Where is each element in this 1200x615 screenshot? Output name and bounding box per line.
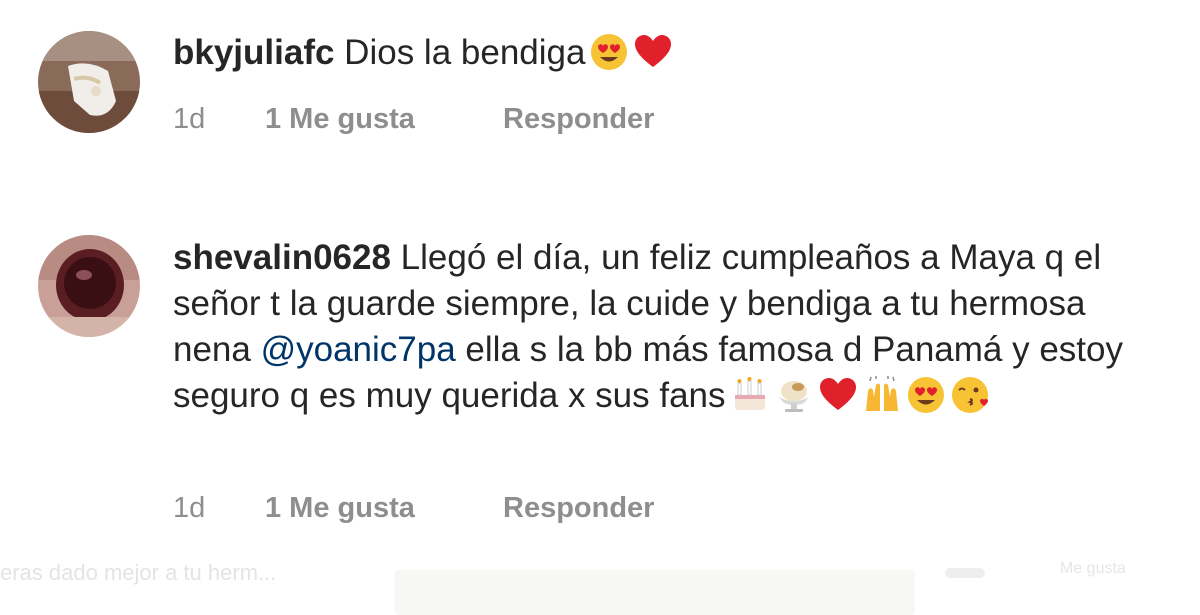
avatar-photo-shevalin0628	[38, 235, 140, 337]
red-heart-emoji	[635, 35, 672, 67]
comment-text: shevalin0628 Llegó el día, un feliz cump…	[173, 235, 1163, 419]
avatar-photo-bkyjuliafc	[38, 31, 140, 133]
comment-meta: 1d 1 Me gusta Responder	[173, 103, 654, 136]
reply-button[interactable]: Responder	[503, 103, 654, 136]
comment-username[interactable]: bkyjuliafc	[173, 33, 334, 72]
comment-message: Dios la bendiga	[334, 33, 586, 72]
blurred-region	[395, 570, 915, 615]
like-count-button[interactable]: 1 Me gusta	[265, 103, 503, 136]
avatar[interactable]	[38, 31, 140, 133]
like-count-button[interactable]: 1 Me gusta	[265, 492, 503, 525]
faded-next-comment: eras dado mejor a tu herm... Me gusta	[0, 560, 1200, 615]
birthday-cake-emoji	[734, 377, 765, 410]
comment-timestamp: 1d	[173, 492, 206, 524]
comment-meta: 1d 1 Me gusta Responder	[173, 492, 654, 525]
mention-link[interactable]: @yoanic7pa	[261, 330, 456, 369]
heart-eyes-emoji	[907, 377, 944, 413]
comment-text: bkyjuliafc Dios la bendiga	[173, 30, 1163, 76]
red-heart-emoji	[819, 378, 856, 410]
reply-button[interactable]: Responder	[503, 492, 654, 525]
faded-comment-text: eras dado mejor a tu herm...	[0, 560, 277, 585]
comment-username[interactable]: shevalin0628	[173, 238, 391, 277]
comment-timestamp: 1d	[173, 103, 206, 135]
kissing-face-emoji	[951, 377, 988, 413]
heart-eyes-emoji	[591, 34, 628, 70]
faded-like-label: Me gusta	[1060, 560, 1126, 577]
ice-cream-emoji	[778, 381, 809, 412]
blurred-region	[945, 568, 985, 578]
avatar[interactable]	[38, 235, 140, 337]
raising-hands-emoji	[865, 376, 898, 411]
